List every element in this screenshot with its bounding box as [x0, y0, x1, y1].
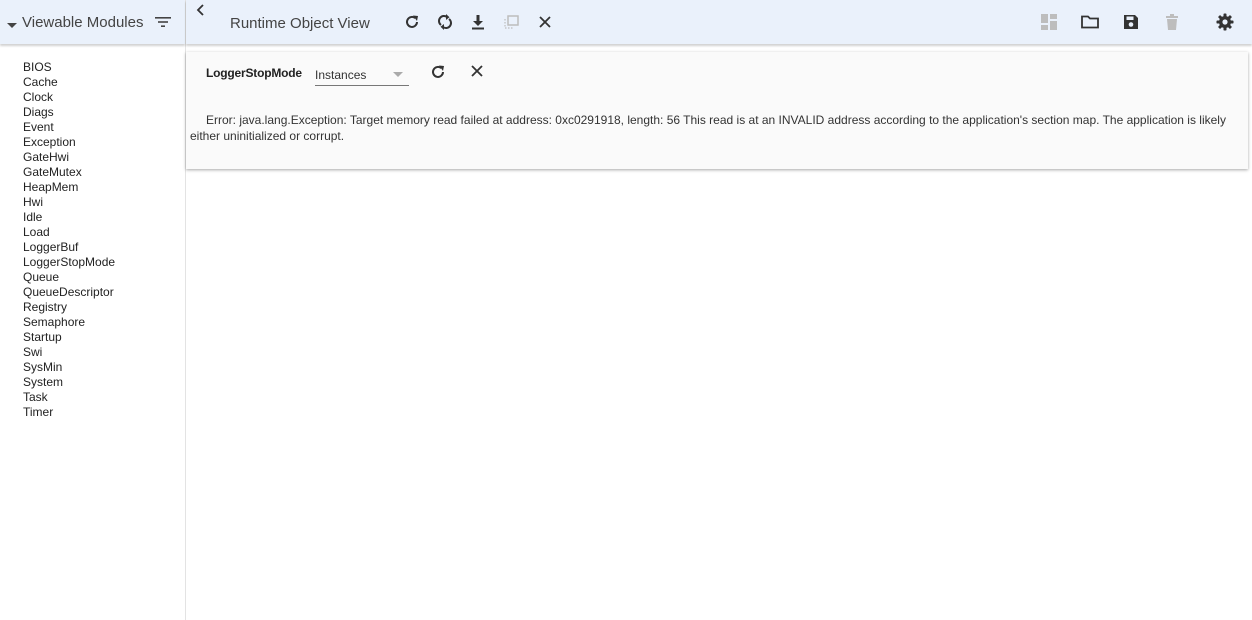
module-list-item[interactable]: Timer: [23, 405, 185, 420]
error-message: Error: java.lang.Exception: Target memor…: [190, 113, 1226, 143]
continuous-refresh-icon[interactable]: [436, 13, 454, 31]
folder-open-icon[interactable]: [1081, 13, 1099, 31]
module-list-item[interactable]: QueueDescriptor: [23, 285, 185, 300]
module-list-item[interactable]: Registry: [23, 300, 185, 315]
refresh-icon[interactable]: [403, 13, 421, 31]
module-list-item[interactable]: Semaphore: [23, 315, 185, 330]
module-list-item[interactable]: LoggerStopMode: [23, 255, 185, 270]
delete-icon: [1163, 13, 1181, 31]
module-list-item[interactable]: System: [23, 375, 185, 390]
chevron-left-icon[interactable]: [193, 2, 207, 18]
download-icon[interactable]: [469, 13, 487, 31]
module-list-item[interactable]: Diags: [23, 105, 185, 120]
close-icon[interactable]: [536, 13, 554, 31]
dropdown-arrow-icon[interactable]: [393, 72, 403, 77]
module-list-item[interactable]: Event: [23, 120, 185, 135]
caret-down-icon[interactable]: [7, 17, 17, 28]
view-select[interactable]: Instances: [315, 64, 409, 86]
module-list-item[interactable]: Cache: [23, 75, 185, 90]
module-list-item[interactable]: Task: [23, 390, 185, 405]
app-root: Viewable Modules BIOS Cache Clock Diags …: [0, 0, 1252, 620]
module-list-item[interactable]: Idle: [23, 210, 185, 225]
sidebar: Viewable Modules BIOS Cache Clock Diags …: [0, 0, 186, 620]
toolbar-title: Runtime Object View: [230, 15, 370, 32]
filter-icon[interactable]: [155, 15, 172, 29]
module-list-item[interactable]: LoggerBuf: [23, 240, 185, 255]
module-list-item[interactable]: Queue: [23, 270, 185, 285]
module-list-item[interactable]: Clock: [23, 90, 185, 105]
module-list-item[interactable]: GateHwi: [23, 150, 185, 165]
close-icon[interactable]: [470, 64, 488, 82]
view-panel: LoggerStopMode Instances Error: java.lan…: [186, 52, 1248, 169]
module-list-item[interactable]: BIOS: [23, 60, 185, 75]
sidebar-header[interactable]: Viewable Modules: [0, 0, 185, 44]
save-icon[interactable]: [1122, 13, 1140, 31]
module-list-item[interactable]: Load: [23, 225, 185, 240]
module-list-item[interactable]: SysMin: [23, 360, 185, 375]
sidebar-title: Viewable Modules: [22, 13, 144, 31]
clone-icon: [502, 13, 520, 31]
module-list-item[interactable]: Startup: [23, 330, 185, 345]
module-list-item[interactable]: Hwi: [23, 195, 185, 210]
view-select-value: Instances: [315, 67, 367, 82]
module-list-item[interactable]: GateMutex: [23, 165, 185, 180]
module-list: BIOS Cache Clock Diags Event Exception G…: [0, 44, 185, 420]
module-list-item[interactable]: Swi: [23, 345, 185, 360]
module-list-item[interactable]: HeapMem: [23, 180, 185, 195]
refresh-icon[interactable]: [430, 64, 448, 82]
gear-icon[interactable]: [1216, 13, 1234, 31]
layout-icon: [1040, 13, 1058, 31]
module-list-item[interactable]: Exception: [23, 135, 185, 150]
panel-module-name: LoggerStopMode: [206, 66, 302, 80]
toolbar: Runtime Object View: [186, 0, 1252, 44]
